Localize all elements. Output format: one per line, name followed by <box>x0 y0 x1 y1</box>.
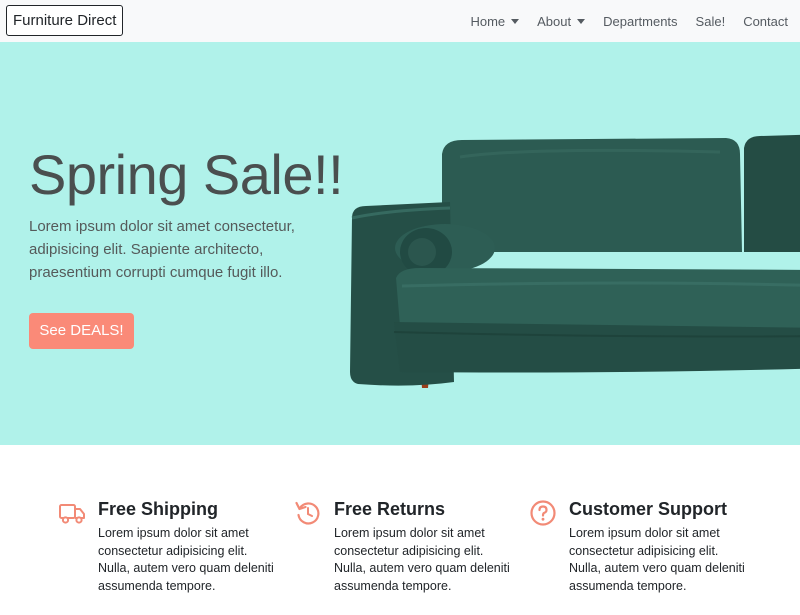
nav-item-label: Departments <box>603 13 678 29</box>
see-deals-button[interactable]: See DEALS! <box>29 313 134 349</box>
hero-description: Lorem ipsum dolor sit amet consectetur, … <box>29 218 295 281</box>
feature-free-shipping: Free Shipping Lorem ipsum dolor sit amet… <box>59 497 298 595</box>
chevron-down-icon <box>577 18 586 24</box>
nav-item-sale[interactable]: Sale! <box>696 14 726 29</box>
features-section: Free Shipping Lorem ipsum dolor sit amet… <box>0 445 800 615</box>
chevron-down-icon <box>511 18 520 24</box>
nav-item-departments[interactable]: Departments <box>603 14 677 29</box>
nav-links: Home About Departments Sale! Contact <box>470 0 788 42</box>
feature-text: Lorem ipsum dolor sit amet consectetur a… <box>569 526 745 593</box>
feature-text: Lorem ipsum dolor sit amet consectetur a… <box>98 526 274 593</box>
nav-item-label: Contact <box>743 13 788 29</box>
nav-item-contact[interactable]: Contact <box>743 14 788 29</box>
nav-item-home[interactable]: Home <box>470 13 520 29</box>
feature-customer-support: Customer Support Lorem ipsum dolor sit a… <box>530 497 769 595</box>
undo-arrow-icon <box>295 501 320 525</box>
question-circle-icon <box>530 500 556 526</box>
truck-icon <box>59 504 85 524</box>
navbar: Furniture Direct Home About Departments … <box>0 0 800 42</box>
hero-section: Spring Sale!! Lorem ipsum dolor sit amet… <box>0 42 800 445</box>
nav-item-about[interactable]: About <box>537 13 586 29</box>
hero-title: Spring Sale!! <box>29 143 344 206</box>
feature-text: Lorem ipsum dolor sit amet consectetur a… <box>334 526 510 593</box>
feature-title: Free Returns <box>334 499 446 519</box>
feature-title: Free Shipping <box>98 499 219 519</box>
nav-item-label: Home <box>470 13 506 29</box>
nav-item-label: About <box>537 13 572 29</box>
feature-title: Customer Support <box>569 499 728 519</box>
feature-free-returns: Free Returns Lorem ipsum dolor sit amet … <box>295 497 534 595</box>
nav-item-label: Sale! <box>695 13 726 29</box>
brand-link[interactable]: Furniture Direct <box>6 5 124 36</box>
sofa-image <box>350 134 800 388</box>
